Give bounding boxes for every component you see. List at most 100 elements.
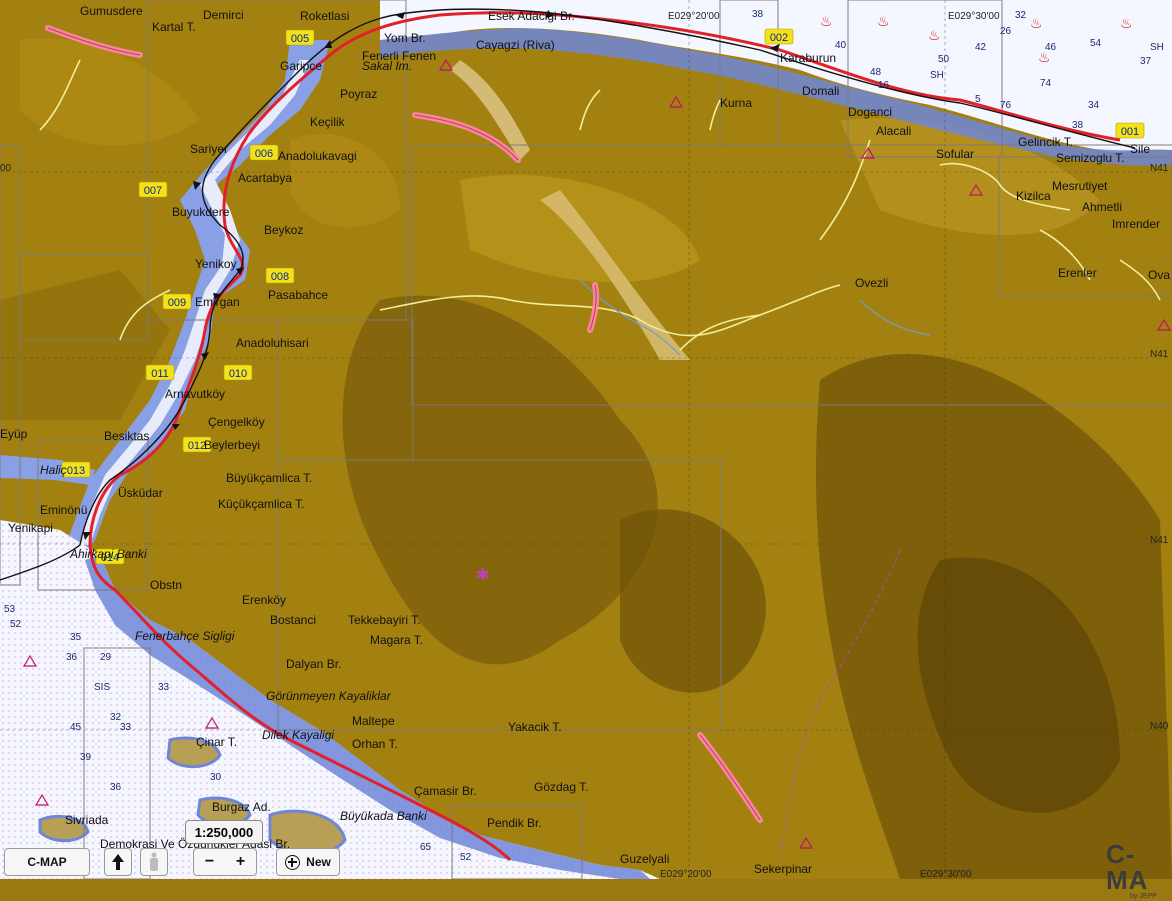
place-label-orhan: Orhan T. — [352, 737, 398, 751]
place-label-arnavutkoy: Arnavutköy — [165, 387, 225, 401]
place-label-cengelkoy: Çengelköy — [208, 415, 265, 429]
place-label-eminonu: Eminönü — [40, 503, 87, 517]
coordinate-label: E029°30'00 — [948, 11, 1000, 22]
svg-text:010: 010 — [229, 368, 247, 380]
svg-text:♨: ♨ — [877, 14, 890, 30]
svg-text:005: 005 — [291, 33, 309, 45]
place-label-roketlasi: Roketlasi — [300, 9, 349, 23]
svg-text:008: 008 — [271, 271, 289, 283]
place-label-yeni-br: Yom Br. — [384, 31, 426, 45]
place-label-gozdag: Gözdag T. — [534, 780, 588, 794]
depth-sounding: 38 — [752, 9, 764, 20]
place-label-cayagzi: Cayagzi (Riva) — [476, 38, 555, 52]
depth-sounding: 39 — [80, 752, 92, 763]
waypoint-007[interactable]: 007 — [138, 181, 168, 198]
nautical-chart[interactable]: 001002005006007008009010011012013014 ♨ ♨… — [0, 0, 1172, 879]
place-label-yakacik: Yakacik T. — [508, 720, 562, 734]
zoom-out-button[interactable]: − — [194, 853, 225, 871]
svg-text:011: 011 — [151, 368, 169, 380]
place-label-fenerbahce: Fenerbahçe Sigligi — [135, 629, 235, 643]
depth-sounding: 40 — [835, 40, 847, 51]
depth-sounding: SH — [1150, 42, 1164, 53]
svg-text:009: 009 — [168, 297, 186, 309]
place-label-kucukcamlica: Küçükçamlica T. — [218, 497, 304, 511]
svg-text:001: 001 — [1121, 126, 1139, 138]
cmap-logo: C-MA by JEPP — [1106, 839, 1157, 900]
place-label-magara: Magara T. — [370, 633, 423, 647]
zoom-in-button[interactable]: + — [225, 853, 256, 871]
place-label-burgaz: Burgaz Ad. — [212, 800, 271, 814]
place-label-anadolukavagi: Anadolukavagi — [278, 149, 357, 163]
waypoint-011[interactable]: 011 — [145, 364, 175, 381]
coordinate-label: N41 — [1150, 163, 1169, 174]
waypoint-010[interactable]: 010 — [223, 364, 253, 381]
place-label-yenikapi: Yenikapi — [8, 521, 53, 535]
coordinate-label: N41 — [1150, 535, 1169, 546]
place-label-yenikoy: Yenikoy — [195, 257, 237, 271]
place-label-mesrutiyet: Mesrutiyet — [1052, 179, 1108, 193]
place-label-alacali: Alacali — [876, 124, 911, 138]
waypoint-005[interactable]: 005 — [285, 29, 315, 46]
place-label-kartal-t: Kartal T. — [152, 20, 196, 34]
person-overboard-button[interactable] — [140, 848, 168, 876]
north-arrow-icon — [112, 854, 124, 870]
place-label-esek: Esek Adacigi Br. — [488, 9, 575, 23]
place-label-sileh: Sile — [1130, 142, 1150, 156]
place-label-sofular: Sofular — [936, 147, 974, 161]
svg-text:♨: ♨ — [928, 28, 941, 44]
waypoint-009[interactable]: 009 — [162, 293, 192, 310]
place-label-dilek: Dilek Kayaligi — [262, 728, 334, 742]
depth-sounding: 16 — [878, 80, 890, 91]
place-label-camasir: Çamasir Br. — [414, 784, 477, 798]
depth-sounding: 33 — [120, 722, 132, 733]
place-label-imrender: Imrender — [1112, 217, 1160, 231]
person-icon — [150, 852, 158, 871]
depth-sounding: 30 — [210, 772, 222, 783]
place-label-halic: Haliç — [40, 463, 67, 477]
place-label-domali: Domali — [802, 84, 839, 98]
svg-text:♨: ♨ — [820, 14, 833, 30]
svg-text:013: 013 — [67, 465, 85, 477]
waypoint-002[interactable]: 002 — [764, 28, 794, 45]
place-label-acartabya: Acartabya — [238, 171, 292, 185]
svg-text:002: 002 — [770, 32, 788, 44]
new-button[interactable]: New — [276, 848, 340, 876]
cmap-button[interactable]: C-MAP — [4, 848, 90, 876]
place-label-dalyan: Dalyan Br. — [286, 657, 341, 671]
place-label-emirgan: Emirgan — [195, 295, 240, 309]
place-label-doganci: Doganci — [848, 105, 892, 119]
place-label-karaburun: Karaburun — [780, 51, 836, 65]
place-label-obstn: Obstn — [150, 578, 182, 592]
depth-sounding: 46 — [1045, 42, 1057, 53]
depth-sounding: 35 — [70, 632, 82, 643]
depth-sounding: 48 — [870, 67, 882, 78]
place-label-maltepe: Maltepe — [352, 714, 395, 728]
waypoint-008[interactable]: 008 — [265, 267, 295, 284]
coordinate-label: N41 — [1150, 349, 1169, 360]
place-label-beylerbeyi: Beylerbeyi — [204, 438, 260, 452]
depth-sounding: 36 — [66, 652, 78, 663]
place-label-eyup: Eyüp — [0, 427, 28, 441]
place-label-gumusdere: Gumusdere — [80, 4, 143, 18]
depth-sounding: 33 — [158, 682, 170, 693]
place-label-buyukada-banki: Büyükada Banki — [340, 809, 427, 823]
depth-sounding: SH — [930, 70, 944, 81]
place-label-erenkoy: Erenköy — [242, 593, 286, 607]
place-label-sivriada: Sivriada — [65, 813, 109, 827]
coordinate-label: N40 — [1150, 721, 1169, 732]
new-button-label: New — [306, 855, 331, 869]
svg-text:007: 007 — [144, 185, 162, 197]
north-up-button[interactable] — [104, 848, 132, 876]
place-label-buyukdere: Buyukdere — [172, 205, 230, 219]
depth-sounding: 52 — [10, 619, 22, 630]
place-label-tekkebayiri: Tekkebayiri T. — [348, 613, 420, 627]
place-label-ova: Ova — [1148, 268, 1170, 282]
waypoint-006[interactable]: 006 — [249, 144, 279, 161]
compass-rose-icon: ✱ — [476, 565, 489, 584]
depth-sounding: 37 — [1140, 56, 1152, 67]
place-label-kecilik: Keçilik — [310, 115, 346, 129]
waypoint-001[interactable]: 001 — [1115, 122, 1145, 139]
depth-sounding: 54 — [1090, 38, 1102, 49]
place-label-gelincik: Gelincik T. — [1018, 135, 1073, 149]
place-label-garipce: Garipce — [280, 59, 322, 73]
